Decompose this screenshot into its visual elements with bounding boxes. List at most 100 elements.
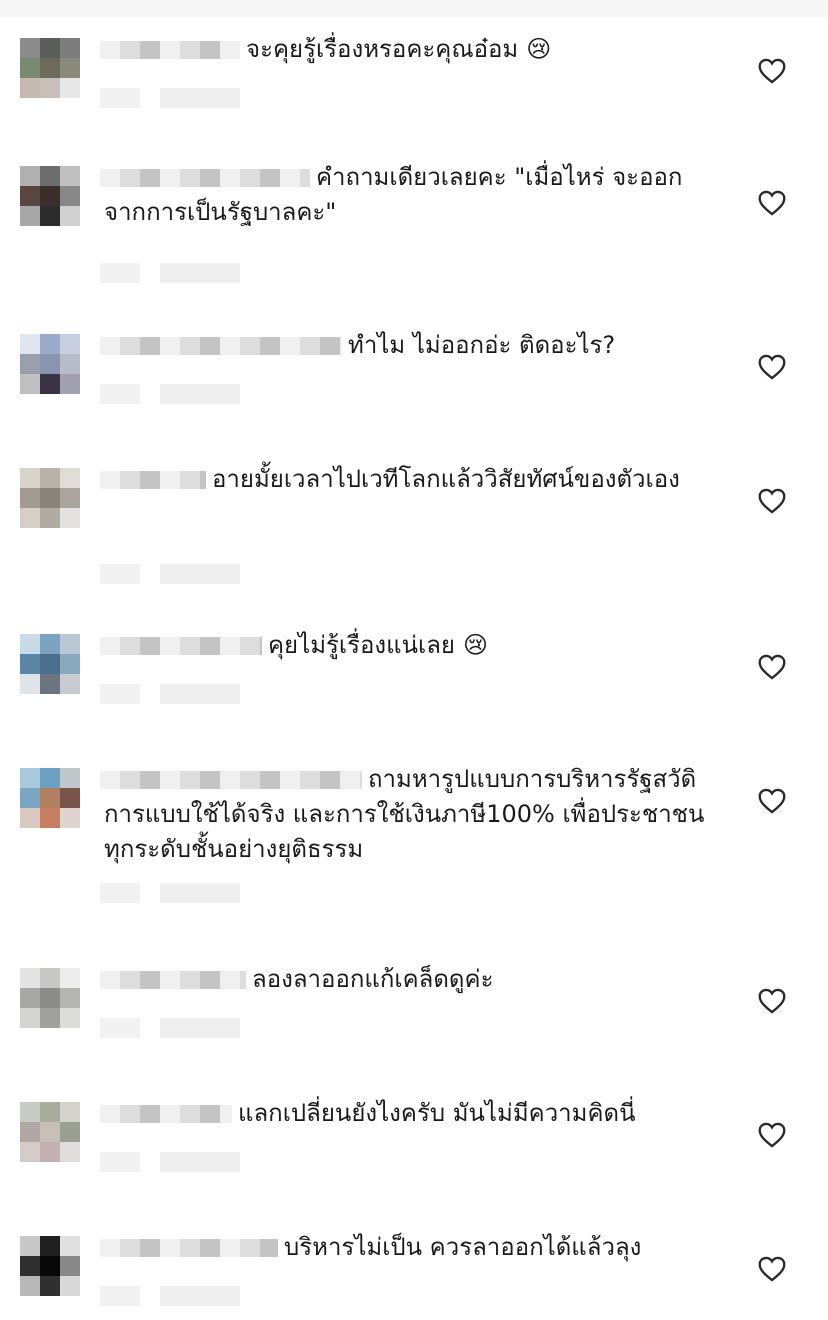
- reply-link-blurred[interactable]: [160, 564, 240, 584]
- comment-text: ลองลาออกแก้เคล็ดดูค่ะ: [104, 962, 734, 997]
- avatar-pixel: [60, 488, 80, 508]
- reply-link-blurred[interactable]: [160, 1152, 240, 1172]
- comment-text-body: คุยไม่รู้เรื่องแน่เลย: [268, 631, 455, 659]
- avatar-pixel: [60, 354, 80, 374]
- avatar-pixel: [60, 768, 80, 788]
- comment-text: บริหารไม่เป็น ควรลาออกได้แล้วลุง: [104, 1230, 734, 1265]
- timestamp-blurred: [100, 883, 140, 903]
- avatar-pixel: [40, 186, 60, 206]
- avatar[interactable]: [20, 1102, 80, 1162]
- heart-outline-icon[interactable]: [758, 1122, 786, 1148]
- comment-meta-blurred: [100, 1018, 240, 1038]
- timestamp-blurred: [100, 1286, 140, 1306]
- avatar-pixel: [60, 968, 80, 988]
- heart-outline-icon[interactable]: [758, 654, 786, 680]
- avatar-pixel: [20, 988, 40, 1008]
- heart-outline-icon[interactable]: [758, 788, 786, 814]
- avatar-pixel: [60, 78, 80, 98]
- avatar-pixel: [60, 634, 80, 654]
- heart-outline-icon[interactable]: [758, 58, 786, 84]
- avatar-pixel: [60, 1236, 80, 1256]
- avatar-pixel: [20, 78, 40, 98]
- comment-text-body: อายมั้ยเวลาไปเวทีโลกแล้ววิสัยทัศน์ของตัว…: [212, 465, 680, 493]
- reply-link-blurred[interactable]: [160, 384, 240, 404]
- avatar-pixel: [20, 58, 40, 78]
- heart-outline: [758, 788, 786, 814]
- comment-meta-blurred: [100, 1152, 240, 1172]
- reply-link-blurred[interactable]: [160, 263, 240, 283]
- avatar-pixel: [60, 674, 80, 694]
- heart-outline: [758, 1122, 786, 1148]
- timestamp-blurred: [100, 1018, 140, 1038]
- comment-text-body: จะคุยรู้เรื่องหรอคะคุณอ๋อม: [246, 35, 519, 63]
- avatar-pixel: [20, 186, 40, 206]
- comment-text-body: ลองลาออกแก้เคล็ดดูค่ะ: [252, 965, 494, 993]
- avatar[interactable]: [20, 468, 80, 528]
- avatar-pixel: [20, 166, 40, 186]
- crying-emoji: 😢: [526, 35, 552, 63]
- comment-meta-blurred: [100, 384, 240, 404]
- avatar-pixel: [40, 488, 60, 508]
- heart-outline: [758, 988, 786, 1014]
- avatar-pixel: [40, 1102, 60, 1122]
- reply-link-blurred[interactable]: [160, 1286, 240, 1306]
- avatar-pixel: [40, 38, 60, 58]
- avatar-pixel: [20, 1276, 40, 1296]
- heart-outline: [758, 190, 786, 216]
- comment-meta-blurred: [100, 1286, 240, 1306]
- comment-text: คุยไม่รู้เรื่องแน่เลย 😢: [104, 628, 734, 663]
- avatar-pixel: [20, 508, 40, 528]
- avatar-pixel: [40, 206, 60, 226]
- timestamp-blurred: [100, 263, 140, 283]
- avatar-pixel: [60, 334, 80, 354]
- avatar-pixel: [40, 988, 60, 1008]
- heart-outline-icon[interactable]: [758, 354, 786, 380]
- comment-text-body: แลกเปลี่ยนยังไงครับ มันไม่มีความคิดนี่: [238, 1099, 636, 1127]
- avatar[interactable]: [20, 768, 80, 828]
- avatar-pixel: [40, 166, 60, 186]
- avatar[interactable]: [20, 38, 80, 98]
- avatar[interactable]: [20, 166, 80, 226]
- avatar-pixel: [60, 206, 80, 226]
- avatar[interactable]: [20, 634, 80, 694]
- avatar-pixel: [40, 654, 60, 674]
- timestamp-blurred: [100, 88, 140, 108]
- avatar-pixel: [60, 788, 80, 808]
- reply-link-blurred[interactable]: [160, 88, 240, 108]
- avatar-pixel: [20, 374, 40, 394]
- avatar-pixel: [20, 1102, 40, 1122]
- reply-link-blurred[interactable]: [160, 1018, 240, 1038]
- avatar-pixel: [20, 674, 40, 694]
- heart-outline-icon[interactable]: [758, 988, 786, 1014]
- avatar-pixel: [60, 1276, 80, 1296]
- avatar-pixel: [40, 78, 60, 98]
- avatar-pixel: [20, 1008, 40, 1028]
- comment-text: อายมั้ยเวลาไปเวทีโลกแล้ววิสัยทัศน์ของตัว…: [104, 462, 734, 497]
- avatar-pixel: [60, 166, 80, 186]
- avatar-pixel: [20, 768, 40, 788]
- avatar-pixel: [60, 1008, 80, 1028]
- avatar-pixel: [20, 1256, 40, 1276]
- comment-text-body: ถามหารูปแบบการบริหารรัฐสวัดิ การแบบใช้ได…: [104, 765, 705, 863]
- comment-meta-blurred: [100, 564, 240, 584]
- avatar[interactable]: [20, 968, 80, 1028]
- heart-outline-icon[interactable]: [758, 488, 786, 514]
- timestamp-blurred: [100, 564, 140, 584]
- reply-link-blurred[interactable]: [160, 684, 240, 704]
- avatar-pixel: [60, 58, 80, 78]
- reply-link-blurred[interactable]: [160, 883, 240, 903]
- avatar-pixel: [40, 768, 60, 788]
- avatar-pixel: [20, 468, 40, 488]
- heart-outline-icon[interactable]: [758, 190, 786, 216]
- comment-text: แลกเปลี่ยนยังไงครับ มันไม่มีความคิดนี่: [104, 1096, 734, 1131]
- avatar-pixel: [20, 1122, 40, 1142]
- avatar[interactable]: [20, 1236, 80, 1296]
- avatar-pixel: [40, 674, 60, 694]
- heart-outline: [758, 354, 786, 380]
- heart-outline: [758, 58, 786, 84]
- avatar[interactable]: [20, 334, 80, 394]
- avatar-pixel: [20, 334, 40, 354]
- heart-outline-icon[interactable]: [758, 1256, 786, 1282]
- avatar-pixel: [20, 38, 40, 58]
- heart-outline: [758, 488, 786, 514]
